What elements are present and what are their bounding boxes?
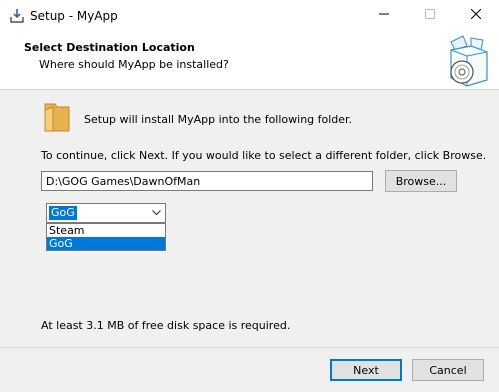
launcher-dropdown-list: Steam GoG	[46, 223, 166, 251]
chevron-down-icon[interactable]	[148, 204, 165, 222]
launcher-select[interactable]: GoG	[46, 203, 166, 223]
launcher-select-value: GoG	[49, 206, 77, 220]
title-bar: Setup - MyApp	[0, 0, 499, 31]
continue-message: To continue, click Next. If you would li…	[41, 149, 487, 162]
setup-box-icon	[437, 34, 493, 88]
browse-button[interactable]: Browse...	[385, 170, 457, 192]
cancel-button[interactable]: Cancel	[412, 359, 484, 381]
close-button[interactable]	[453, 0, 499, 31]
install-message: Setup will install MyApp into the follow…	[84, 113, 353, 126]
folder-icon	[43, 101, 71, 133]
page-title: Select Destination Location	[24, 41, 195, 54]
close-icon	[470, 8, 482, 22]
launcher-option-gog[interactable]: GoG	[47, 237, 165, 250]
page-subtitle: Where should MyApp be installed?	[39, 58, 229, 71]
disk-space-message: At least 3.1 MB of free disk space is re…	[41, 319, 291, 332]
footer-divider	[0, 347, 499, 348]
minimize-button[interactable]	[361, 0, 407, 31]
maximize-button[interactable]	[407, 0, 453, 31]
minimize-icon	[379, 9, 389, 22]
window-title: Setup - MyApp	[30, 9, 118, 23]
destination-path-input[interactable]	[41, 171, 373, 191]
install-icon	[9, 8, 25, 24]
maximize-icon	[425, 9, 435, 22]
launcher-option-steam[interactable]: Steam	[47, 224, 165, 237]
wizard-header: Select Destination Location Where should…	[0, 31, 499, 90]
next-button[interactable]: Next	[330, 359, 402, 381]
